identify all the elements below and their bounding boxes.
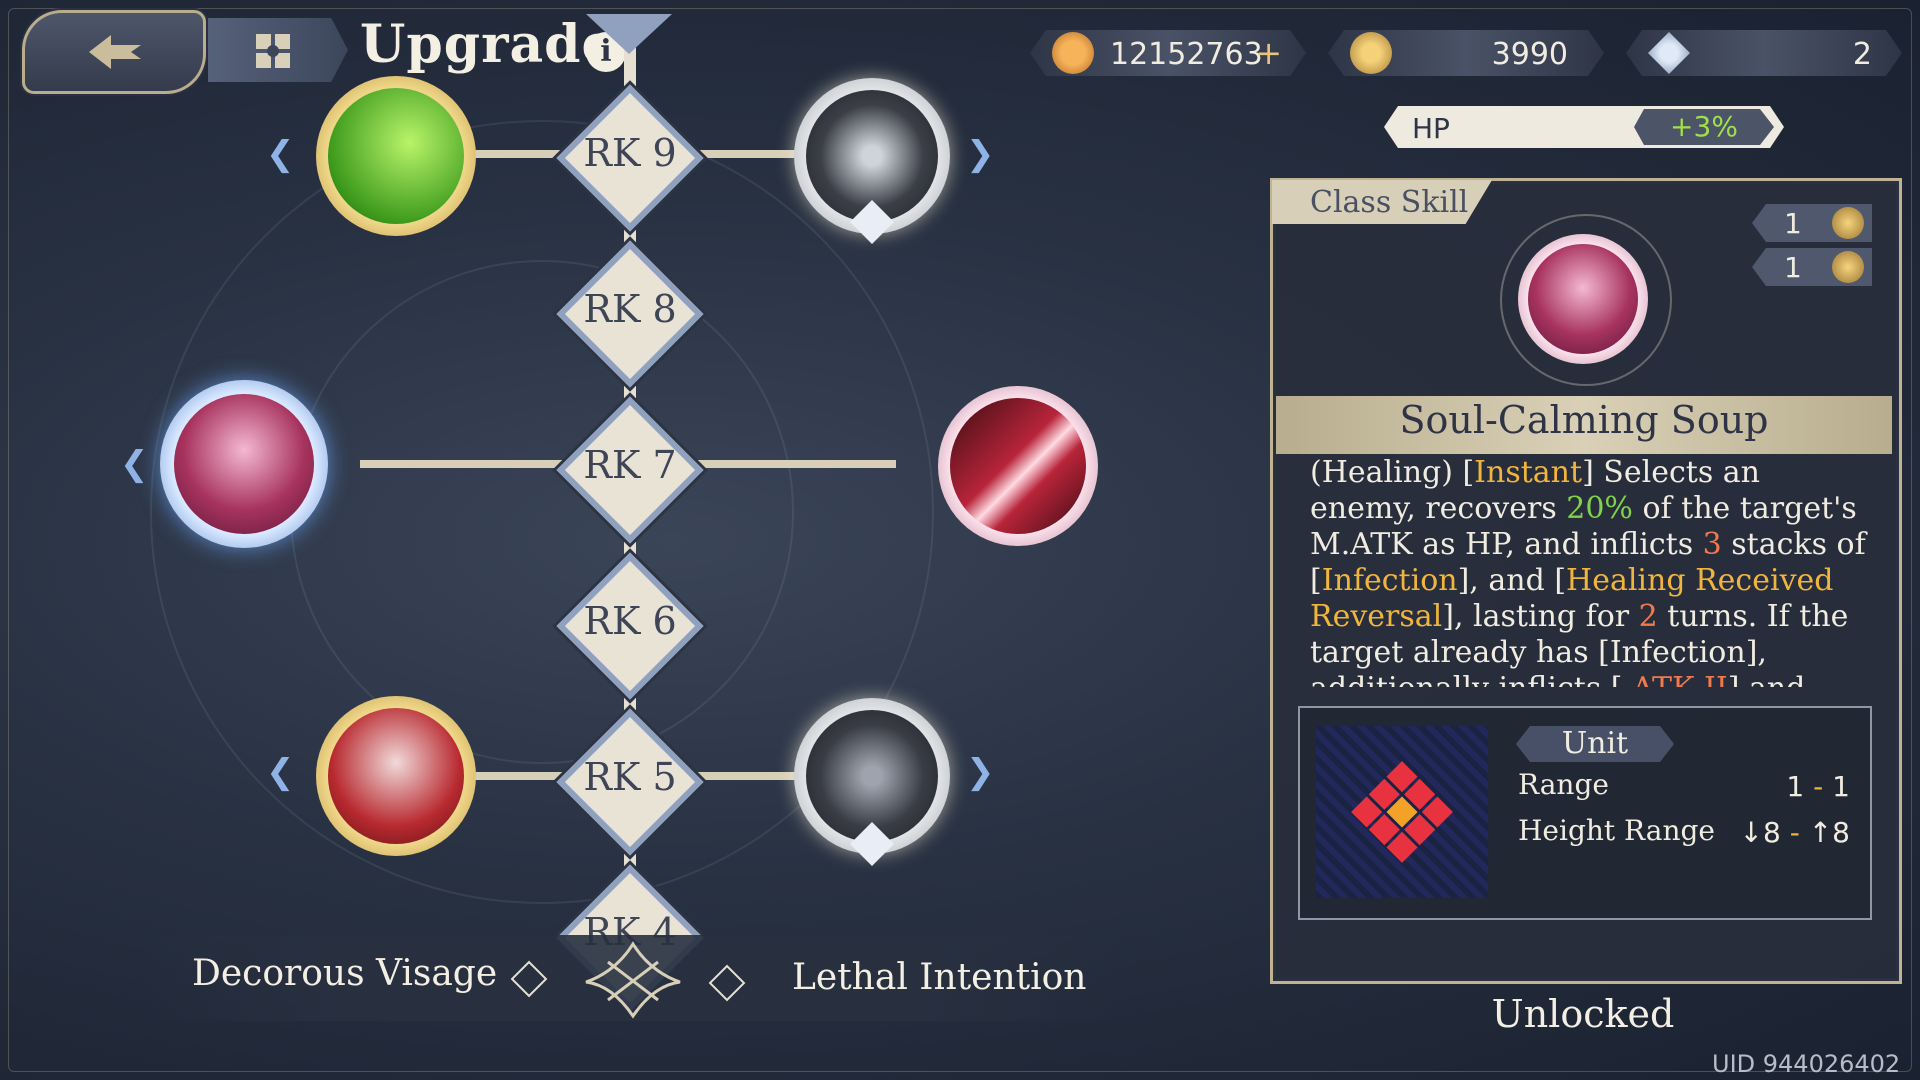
currency-star-value: 3990 [1491,37,1568,72]
path-left-label[interactable]: Decorous Visage [192,953,497,994]
range-max: 1 [1832,770,1850,803]
grid-menu-button[interactable] [208,18,348,82]
soup-cup-icon-inner [1528,244,1638,354]
path-right-label[interactable]: Lethal Intention [792,957,1087,998]
add-coins-icon[interactable]: + [1255,34,1282,72]
chevron-right-icon: ❯ [966,134,995,174]
description-segment: 2 [1638,599,1658,634]
wolf-mask-icon [328,708,464,844]
currency-star: 3990 [1328,30,1604,76]
target-type-pill: Unit [1516,726,1674,762]
branch-rk7-left [360,460,590,468]
range-dash: - [1813,770,1824,803]
description-segment: 3 [1702,527,1722,562]
skill-node-rk7-left-selected[interactable] [160,380,328,548]
hourglass-icon [1832,251,1864,283]
description-segment: Instant [1474,455,1583,490]
background-ring-inner [290,260,794,764]
back-button[interactable] [22,10,206,94]
height-dash: - [1789,816,1800,849]
stat-bonus-label: HP [1412,112,1450,145]
rank-label-6: RK 6 [583,599,677,643]
description-segment: 20% [1566,491,1633,526]
description-segment: ], lasting for [1442,599,1639,634]
chevron-left-icon: ❮ [120,444,149,484]
currency-coins-value: 12152763 [1110,37,1263,72]
skill-cooldown-pill: 1 [1752,248,1872,286]
description-segment: ATK II [1632,671,1728,687]
height-max: ↑8 [1808,816,1850,849]
description-segment: (Healing) [ [1310,455,1475,490]
chevron-left-icon: ❮ [266,134,295,174]
skill-description: (Healing) [Instant] Selects an enemy, re… [1310,455,1870,687]
height-min: ↓8 [1739,816,1781,849]
skill-node-rk5-left[interactable] [316,696,476,856]
chevron-left-icon: ❮ [266,752,295,792]
crystal-icon [1648,32,1690,74]
page-title: Upgrade [360,14,616,75]
range-pattern-icon [1351,761,1453,863]
currency-crystal: 2 [1626,30,1902,76]
star-orb-icon [1350,32,1392,74]
height-range-value: ↓8 - ↑8 [1720,816,1850,849]
description-segment: Infection [1321,563,1458,598]
range-grid-preview [1316,726,1488,898]
height-range-label: Height Range [1518,814,1715,847]
slash-strike-icon [950,398,1086,534]
rank-label-8: RK 8 [583,287,677,331]
skill-cost-pill: 1 [1752,204,1872,242]
skill-type-tab: Class Skill [1272,180,1492,224]
rank-label-5: RK 5 [583,755,677,799]
currency-coins: 12152763 + [1030,30,1306,76]
skill-cooldown-value: 1 [1784,251,1802,284]
star-cost-icon [1832,207,1864,239]
stat-bonus-value: +3% [1634,109,1774,145]
range-value: 1 - 1 [1720,770,1850,803]
grid-menu-icon [256,34,290,68]
stat-bonus-bar: HP +3% [1384,106,1784,148]
rank-label-7: RK 7 [583,443,677,487]
back-arrow-icon [89,35,141,69]
branch-rk7-right [676,460,896,468]
description-segment: ], and [ [1457,563,1567,598]
soup-cup-icon [174,394,314,534]
range-min: 1 [1786,770,1805,803]
skill-name: Soul-Calming Soup [1399,398,1769,442]
skill-status: Unlocked [1491,992,1675,1036]
currency-crystal-value: 2 [1852,37,1872,72]
path-crest-emblem [578,938,688,1020]
range-label: Range [1518,768,1609,801]
skill-type-label: Class Skill [1310,185,1469,220]
chevron-right-icon: ❯ [966,752,995,792]
user-id: UID 944026402 [1712,1050,1901,1078]
skill-node-rk9-left[interactable] [316,76,476,236]
coin-icon [1052,32,1094,74]
skill-node-rk7-right[interactable] [938,386,1098,546]
rank-label-9: RK 9 [583,131,677,175]
soup-cup-icon [1518,234,1648,364]
skill-cost-value: 1 [1784,207,1802,240]
sword-heal-icon [328,88,464,224]
